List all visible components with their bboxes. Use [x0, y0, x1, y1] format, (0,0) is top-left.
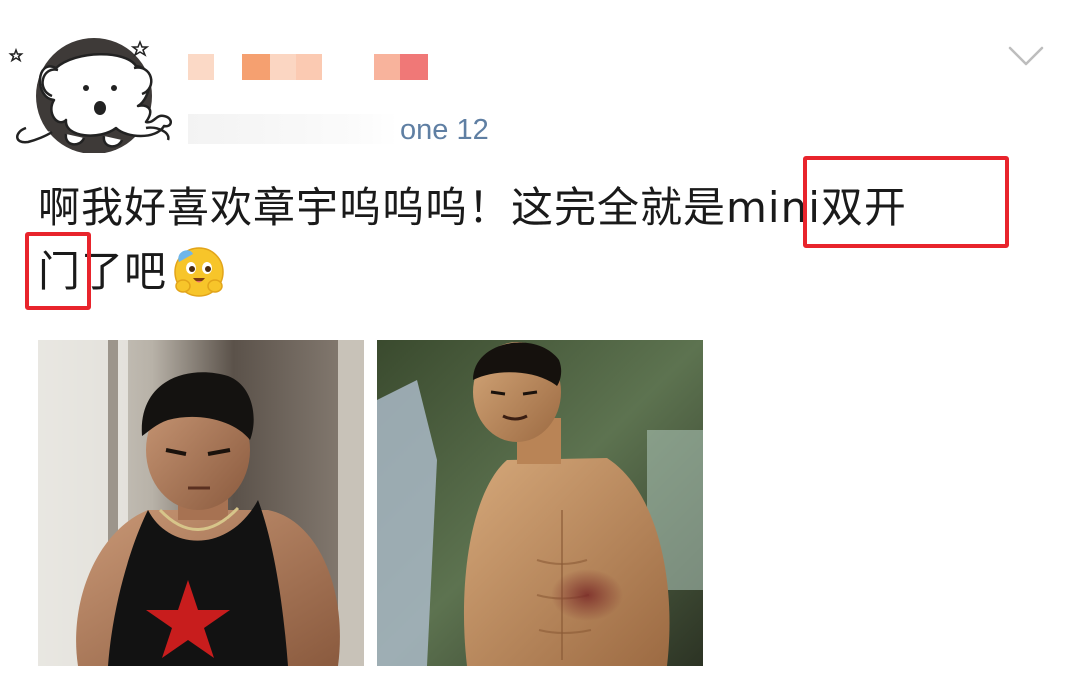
cartoon-dog-icon — [8, 38, 172, 154]
device-label: one 12 — [400, 114, 489, 146]
post-meta: one 12 — [188, 110, 548, 150]
photo-man-black-tank-top[interactable] — [38, 340, 364, 666]
avatar[interactable] — [6, 28, 176, 154]
highlight-box-mini-shuangkai — [803, 156, 1009, 248]
highlight-box-men — [25, 232, 91, 310]
hugging-face-emoji-icon — [171, 244, 227, 300]
weibo-post: one 12 啊我好喜欢章宇呜呜呜！这完全就是mini双开 门了吧 — [0, 0, 1080, 687]
photo-man-shirtless[interactable] — [377, 340, 703, 666]
timestamp-blurred — [188, 114, 398, 144]
chevron-down-icon[interactable] — [1008, 44, 1044, 68]
